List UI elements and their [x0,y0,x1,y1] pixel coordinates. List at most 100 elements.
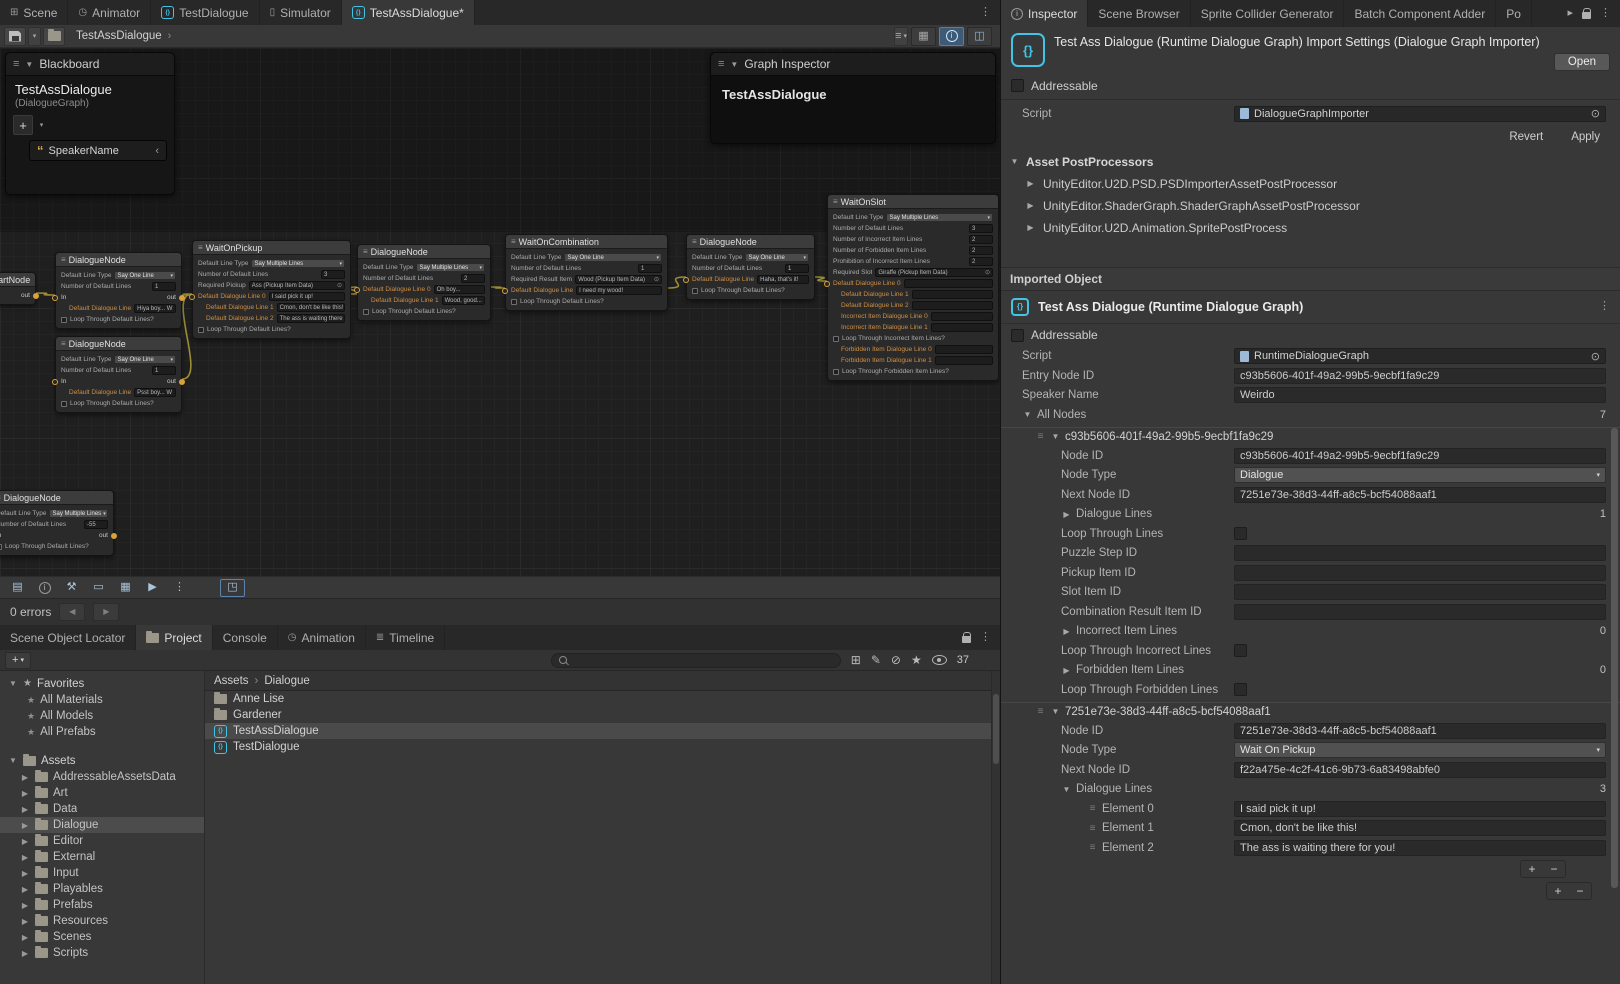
toggle-graph-inspector-button[interactable] [939,27,964,46]
frame-selection-button[interactable]: ◳ [220,579,245,597]
node-1-dialoguenode[interactable]: ≡DialogueNodeDefault Line TypeSay One Li… [55,252,182,329]
foldout-open-icon[interactable]: ▼ [25,60,33,69]
remove-element-button[interactable]: − [1543,861,1565,877]
foldout-closed-icon[interactable]: ▶ [20,773,30,782]
node-text-field[interactable]: Hiya boy... W [134,304,176,313]
output-port[interactable] [179,379,185,385]
node-dropdown[interactable]: Say Multiple Lines▾ [251,259,345,268]
drag-handle-icon[interactable]: ≡ [1087,842,1098,853]
addressable-checkbox[interactable] [1011,329,1024,342]
graph-canvas[interactable]: ≡ ▼ Blackboard TestAssDialogue (Dialogue… [0,48,1000,576]
lock-icon[interactable] [962,636,971,643]
postprocessor-unityeditor-u2d-animation-spritepostprocess[interactable]: ▶UnityEditor.U2D.Animation.SpritePostPro… [1001,217,1620,239]
foldout-open-icon[interactable]: ▼ [8,756,18,765]
foldout-closed-icon[interactable]: ▶ [20,901,30,910]
asset-postprocessors-foldout[interactable]: ▼ Asset PostProcessors [1001,151,1620,173]
node-text-field[interactable]: Haha, that's it! [757,275,809,284]
foldout-open-icon[interactable]: ▼ [1061,785,1072,794]
node-2-dialoguenode[interactable]: ≡DialogueNodeDefault Line TypeSay One Li… [55,336,182,413]
info-panel-button[interactable] [32,579,57,597]
node-0-startnode[interactable]: ≡StartNodeout [0,272,36,305]
inspector-tab-batch-component-adder[interactable]: Batch Component Adder [1344,0,1496,27]
lock-icon[interactable] [1582,12,1591,19]
save-options-button[interactable]: ▾ [28,27,41,46]
text-field[interactable]: 7251e73e-38d3-44ff-a8c5-bcf54088aaf1 [1234,723,1606,739]
node-5-waitoncombination[interactable]: ≡WaitOnCombinationDefault Line TypeSay O… [505,234,668,311]
text-field[interactable] [1234,545,1606,561]
graph-breadcrumb[interactable]: TestAssDialogue › [67,27,180,46]
nodehead-c93b5606-401f-49a2-99b5-9ecbf1fa9c29[interactable]: ≡▼c93b5606-401f-49a2-99b5-9ecbf1fa9c29 [1001,427,1620,447]
breadcrumb-assets[interactable]: Assets [214,675,249,687]
node-8-dialoguenode[interactable]: ≡DialogueNodeDefault Line TypeSay Multip… [0,490,114,556]
input-port[interactable] [683,277,689,283]
add-parameter-button[interactable]: + [13,115,33,135]
node-text-field[interactable] [912,290,993,299]
file-gardener[interactable]: Gardener [205,707,1000,723]
nodehead-7251e73e-38d3-44ff-a8c5-bcf54088aaf1[interactable]: ≡▼7251e73e-38d3-44ff-a8c5-bcf54088aaf1 [1001,702,1620,722]
checkbox[interactable] [1234,683,1247,696]
node-checkbox[interactable] [61,401,67,407]
favorite-all-materials[interactable]: ★All Materials [0,692,204,708]
inspector-tab-po[interactable]: Po [1496,0,1532,27]
node-7-waitonslot[interactable]: ≡WaitOnSlotDefault Line TypeSay Multiple… [827,194,999,381]
foldout-closed-icon[interactable]: ▶ [1061,666,1072,675]
node-number-field[interactable]: 3 [321,270,345,279]
foldout-closed-icon[interactable]: ▶ [1061,510,1072,519]
save-button[interactable] [4,27,26,46]
checkbox[interactable] [1234,527,1247,540]
bottom-tab-project[interactable]: Project [136,625,212,650]
fold-dialogue-lines[interactable]: ▶Dialogue Lines1 [1001,505,1620,525]
node-text-field[interactable] [931,323,993,332]
drag-handle-icon[interactable]: ≡ [1035,706,1046,717]
foldout-open-icon[interactable]: ▼ [8,679,18,688]
open-button[interactable]: Open [1554,53,1610,71]
parameter-speakername[interactable]: “ SpeakerName ‹ [29,140,167,161]
text-field[interactable]: f22a475e-4c2f-41c6-9b73-6a83498abfe0 [1234,762,1606,778]
bottom-pane-menu-icon[interactable]: ⋮ [980,632,991,643]
add-element-button[interactable]: + [1521,861,1543,877]
console-panel-button[interactable]: ▤ [5,579,30,597]
preview-panel-button[interactable]: ▭ [86,579,111,597]
hidden-packages-icon[interactable]: ⊘ [891,654,901,666]
output-port[interactable] [111,533,117,539]
output-port[interactable] [179,295,185,301]
foldout-closed-icon[interactable]: ▶ [20,805,30,814]
foldout-open-icon[interactable]: ▼ [1050,707,1061,716]
input-port[interactable] [354,287,360,293]
object-picker-icon[interactable]: ⊙ [654,276,659,283]
play-panel-button[interactable]: ▶ [140,579,165,597]
node-checkbox[interactable] [61,317,67,323]
tab-scroll-icon[interactable]: ▸ [1567,8,1573,19]
node-number-field[interactable]: -55 [84,520,108,529]
object-picker-icon[interactable]: ⊙ [985,269,990,276]
foldout-closed-icon[interactable]: ▶ [20,837,30,846]
node-checkbox[interactable] [198,327,204,333]
next-error-button[interactable]: ▶ [93,603,119,621]
doc-tab-testassdialogue[interactable]: TestAssDialogue* [342,0,475,25]
node-text-field[interactable]: Psst boy... W [134,388,176,397]
node-number-field[interactable]: 1 [152,366,176,375]
project-search-input[interactable] [551,653,841,668]
text-field[interactable]: The ass is waiting there for you! [1234,840,1606,856]
prev-error-button[interactable]: ◀ [59,603,85,621]
postprocessor-unityeditor-u2d-psd-psdimporterassetpostprocessor[interactable]: ▶UnityEditor.U2D.PSD.PSDImporterAssetPos… [1001,173,1620,195]
show-in-project-button[interactable] [43,27,65,46]
node-dropdown[interactable]: Say One Line▾ [114,355,176,364]
apply-button[interactable]: Apply [1565,129,1606,145]
bottom-tab-console[interactable]: Console [213,625,278,650]
blackboard-panel[interactable]: ≡ ▼ Blackboard TestAssDialogue (Dialogue… [5,52,175,195]
postprocessor-unityeditor-shadergraph-shadergraphassetpostprocessor[interactable]: ▶UnityEditor.ShaderGraph.ShaderGraphAsse… [1001,195,1620,217]
folder-scenes[interactable]: ▶Scenes [0,929,204,945]
graph-inspector-panel[interactable]: ≡ ▼ Graph Inspector TestAssDialogue [710,52,996,144]
node-number-field[interactable]: 2 [969,235,993,244]
node-text-field[interactable]: Wood, good... [442,296,485,305]
input-port[interactable] [52,295,58,301]
caret-down-icon[interactable]: ▾ [35,115,48,135]
object-menu-icon[interactable]: ⋮ [1599,301,1610,312]
input-port[interactable] [502,288,508,294]
node-dropdown[interactable]: Say Multiple Lines▾ [886,213,993,222]
foldout-open-icon[interactable]: ▼ [1022,410,1033,419]
node-number-field[interactable]: 2 [461,274,485,283]
foldout-closed-icon[interactable]: ▶ [20,949,30,958]
favorites-header[interactable]: ▼★Favorites [0,675,204,692]
